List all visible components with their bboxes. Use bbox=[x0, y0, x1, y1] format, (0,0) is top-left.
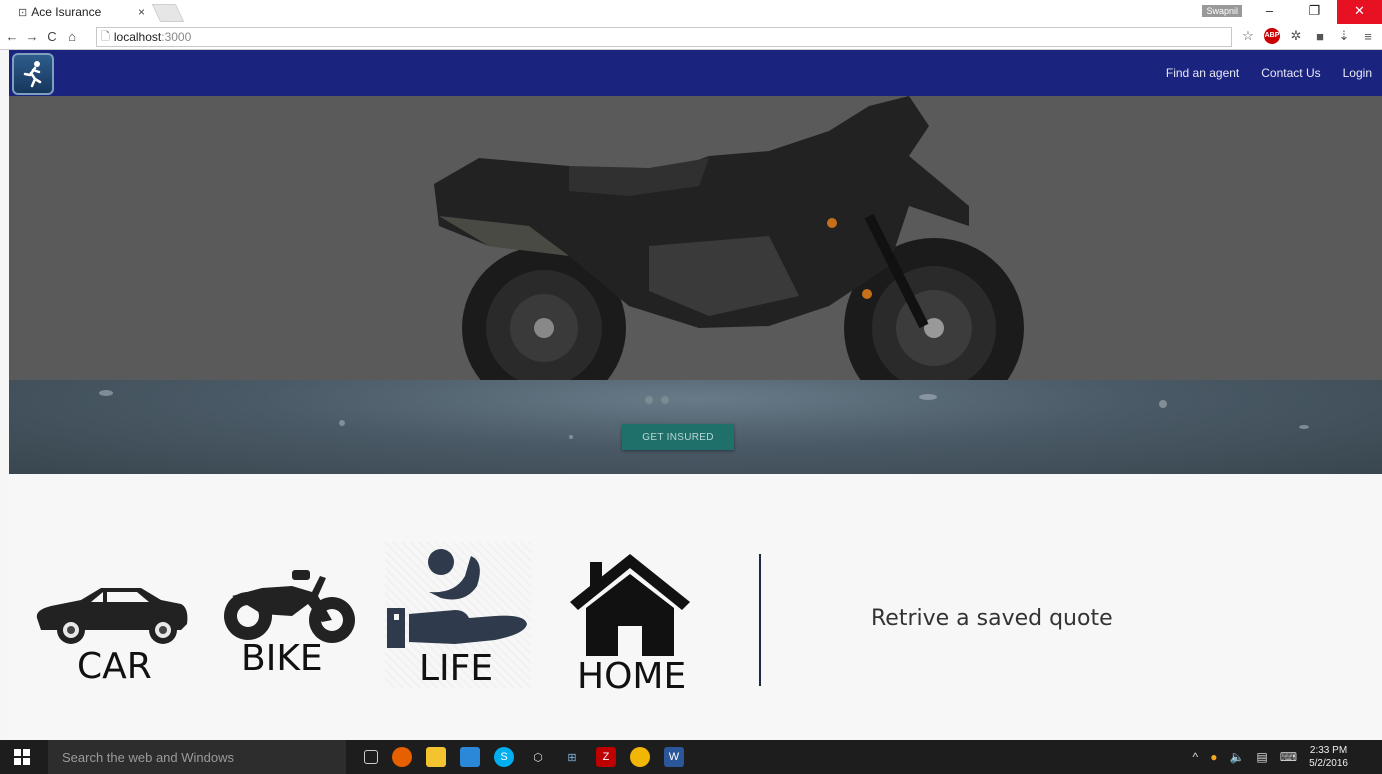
page-icon: 🗋 bbox=[101, 30, 110, 43]
keyboard-icon[interactable]: ⌨ bbox=[1280, 750, 1297, 764]
taskbar-search-box[interactable]: Search the web and Windows bbox=[48, 740, 346, 774]
get-insured-button[interactable]: GET INSURED bbox=[622, 424, 734, 450]
bg-spark bbox=[1299, 425, 1309, 429]
product-life-label: LIFE bbox=[419, 648, 494, 689]
address-bar[interactable]: 🗋 localhost:3000 bbox=[96, 27, 1232, 47]
filezilla-icon[interactable]: Z bbox=[596, 747, 616, 767]
extension-puzzle-icon[interactable]: ✲ bbox=[1288, 28, 1304, 44]
tab-title: Ace Isurance bbox=[31, 5, 102, 19]
site-logo[interactable] bbox=[12, 53, 54, 95]
taskbar-apps: S ⬡ ⊞ Z W bbox=[364, 740, 684, 774]
product-car[interactable]: CAR bbox=[29, 584, 193, 694]
page-favicon-icon: ⊡ bbox=[18, 6, 28, 19]
runner-icon bbox=[23, 61, 42, 88]
clock-date: 5/2/2016 bbox=[1309, 758, 1348, 769]
motorcycle-image bbox=[434, 96, 1024, 418]
car-icon bbox=[36, 588, 188, 644]
nav-find-agent[interactable]: Find an agent bbox=[1166, 66, 1239, 80]
clock-time: 2:33 PM bbox=[1309, 745, 1348, 756]
nav-contact-us[interactable]: Contact Us bbox=[1261, 66, 1320, 80]
file-explorer-icon[interactable] bbox=[426, 747, 446, 767]
windows-taskbar: Search the web and Windows S ⬡ ⊞ Z W ^ ●… bbox=[0, 740, 1382, 774]
extension-square-icon[interactable]: ■ bbox=[1312, 29, 1328, 44]
tray-chevron-icon[interactable]: ^ bbox=[1193, 750, 1199, 764]
volume-icon[interactable]: 🔈 bbox=[1229, 750, 1244, 764]
bg-spark bbox=[919, 394, 937, 400]
chrome-icon[interactable] bbox=[630, 747, 650, 767]
product-life[interactable]: LIFE bbox=[385, 542, 531, 689]
carousel-dots bbox=[645, 396, 669, 404]
system-tray: ^ ● 🔈 ▤ ⌨ 2:33 PM 5/2/2016 bbox=[1193, 740, 1348, 774]
store-icon[interactable] bbox=[460, 747, 480, 767]
url-host: localhost bbox=[113, 30, 162, 44]
hero-banner: GET INSURED bbox=[9, 96, 1382, 474]
bg-spark bbox=[569, 435, 573, 439]
window-close-icon[interactable]: ✕ bbox=[1337, 0, 1382, 24]
life-icon bbox=[387, 549, 527, 648]
minimize-icon[interactable]: – bbox=[1247, 0, 1292, 24]
menu-icon[interactable]: ≡ bbox=[1360, 29, 1376, 44]
product-car-label: CAR bbox=[77, 646, 152, 687]
browser-tab[interactable]: ⊡ Ace Isurance × bbox=[0, 0, 160, 24]
firefox-icon[interactable] bbox=[392, 747, 412, 767]
product-home[interactable]: HOME bbox=[565, 552, 695, 697]
carousel-dot[interactable] bbox=[661, 396, 669, 404]
retrieve-saved-quote-link[interactable]: Retrive a saved quote bbox=[871, 606, 1113, 631]
product-bike-label: BIKE bbox=[241, 638, 323, 679]
notifications-icon[interactable]: ▤ bbox=[1256, 750, 1267, 764]
adblock-icon[interactable]: ABP bbox=[1264, 28, 1280, 44]
download-icon[interactable]: ⇣ bbox=[1336, 28, 1352, 44]
tab-close-icon[interactable]: × bbox=[138, 5, 145, 19]
bg-spark bbox=[99, 390, 113, 396]
extension-icons: ☆ ABP ✲ ■ ⇣ ≡ bbox=[1240, 28, 1376, 44]
virtualbox-icon[interactable]: ⬡ bbox=[528, 747, 548, 767]
section-divider bbox=[759, 554, 761, 686]
task-view-icon[interactable] bbox=[364, 750, 378, 764]
carousel-dot[interactable] bbox=[645, 396, 653, 404]
home-icon[interactable]: ⌂ bbox=[64, 29, 80, 44]
restore-icon[interactable]: ❐ bbox=[1292, 0, 1337, 24]
word-icon[interactable]: W bbox=[664, 747, 684, 767]
bike-icon bbox=[224, 570, 355, 643]
bg-spark bbox=[339, 420, 345, 426]
taskbar-clock[interactable]: 2:33 PM 5/2/2016 bbox=[1309, 744, 1348, 770]
url-port: :3000 bbox=[161, 30, 192, 44]
windows-start-icon[interactable] bbox=[14, 749, 30, 765]
forward-icon[interactable]: → bbox=[24, 29, 40, 44]
window-controls: – ❐ ✕ bbox=[1247, 0, 1382, 24]
bg-spark bbox=[1159, 400, 1167, 408]
skype-icon[interactable]: S bbox=[494, 747, 514, 767]
nav-links: Find an agent Contact Us Login bbox=[1166, 50, 1372, 96]
profile-badge[interactable]: Swapnil bbox=[1202, 5, 1242, 17]
star-icon[interactable]: ☆ bbox=[1240, 28, 1256, 44]
house-icon bbox=[570, 554, 690, 656]
tray-app-icon[interactable]: ● bbox=[1210, 750, 1217, 764]
product-selection: CAR BIKE LIFE HOME Retrive a saved quote bbox=[9, 474, 1382, 740]
hero-image-area bbox=[9, 96, 1382, 418]
network-app-icon[interactable]: ⊞ bbox=[562, 747, 582, 767]
nav-login[interactable]: Login bbox=[1343, 66, 1372, 80]
product-bike[interactable]: BIKE bbox=[217, 566, 363, 686]
site-header: Find an agent Contact Us Login bbox=[9, 50, 1382, 96]
browser-tab-bar: ⊡ Ace Isurance × Swapnil – ❐ ✕ bbox=[0, 0, 1382, 24]
product-home-label: HOME bbox=[577, 656, 687, 697]
browser-toolbar: ← → C ⌂ 🗋 localhost:3000 ☆ ABP ✲ ■ ⇣ ≡ bbox=[0, 24, 1382, 50]
reload-icon[interactable]: C bbox=[44, 29, 60, 44]
back-icon[interactable]: ← bbox=[4, 29, 20, 44]
